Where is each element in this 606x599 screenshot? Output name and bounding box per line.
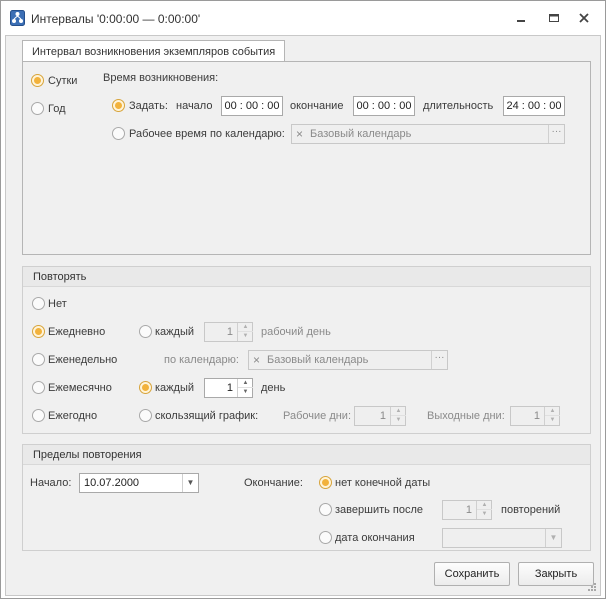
limits-header: Пределы повторения: [23, 445, 590, 465]
day-interval-stepper[interactable]: 1 ▲ ▼: [204, 378, 253, 398]
time-caption: Время возникновения:: [103, 72, 219, 84]
end-time-input[interactable]: 00 : 00 : 00: [353, 96, 415, 116]
spin-up-icon[interactable]: ▲: [238, 323, 253, 332]
window-title: Интервалы '0:00:00 — 0:00:00': [31, 12, 201, 26]
workdays-value: 1: [379, 410, 386, 422]
spin-up-icon[interactable]: ▲: [477, 501, 492, 510]
chevron-down-icon[interactable]: ▼: [545, 529, 561, 547]
day-interval-value: 1: [226, 382, 233, 394]
repetitions-label: повторений: [501, 504, 561, 516]
set-label[interactable]: Задать:: [129, 100, 168, 112]
duration-label: длительность: [423, 100, 494, 112]
work-calendar-select[interactable]: × Базовый календарь ···: [291, 124, 565, 144]
title-bar[interactable]: Интервалы '0:00:00 — 0:00:00': [1, 1, 605, 35]
repetitions-value: 1: [465, 504, 472, 516]
workdays-stepper[interactable]: 1 ▲ ▼: [354, 406, 406, 426]
workday-interval-stepper[interactable]: 1 ▲ ▼: [204, 322, 253, 342]
end-date-label[interactable]: дата окончания: [335, 532, 415, 544]
occurrence-panel: Сутки Год Время возникновения: Задать: н…: [22, 61, 591, 255]
workdays-label: Рабочие дни:: [283, 410, 352, 422]
every-workday-label[interactable]: каждый: [155, 326, 194, 338]
radio-every-day[interactable]: [139, 381, 152, 394]
radio-sliding-schedule[interactable]: [139, 409, 152, 422]
limits-start-label: Начало:: [30, 477, 72, 489]
start-date-value: 10.07.2000: [84, 477, 140, 489]
repetitions-stepper[interactable]: 1 ▲ ▼: [442, 500, 492, 520]
tab-occurrence-interval[interactable]: Интервал возникновения экземпляров событ…: [22, 40, 285, 62]
work-calendar-value: Базовый календарь: [310, 128, 412, 140]
radio-repeat-none[interactable]: [32, 297, 45, 310]
radio-repeat-yearly[interactable]: [32, 409, 45, 422]
end-label: окончание: [290, 100, 344, 112]
radio-finish-after[interactable]: [319, 503, 332, 516]
repeat-yearly-label[interactable]: Ежегодно: [48, 410, 97, 422]
close-button[interactable]: Закрыть: [518, 562, 594, 586]
radio-repeat-weekly[interactable]: [32, 353, 45, 366]
workday-interval-value: 1: [226, 326, 233, 338]
radio-repeat-daily[interactable]: [32, 325, 45, 338]
by-calendar-label: по календарю:: [164, 354, 239, 366]
radio-no-end-date[interactable]: [319, 476, 332, 489]
ellipsis-button[interactable]: ···: [431, 351, 447, 369]
repeat-calendar-value: Базовый календарь: [267, 354, 369, 366]
radio-end-date[interactable]: [319, 531, 332, 544]
no-end-date-label[interactable]: нет конечной даты: [335, 477, 430, 489]
app-network-icon: [10, 10, 25, 26]
weekends-value: 1: [533, 410, 540, 422]
repeat-weekly-label[interactable]: Еженедельно: [48, 354, 117, 366]
repeat-header: Повторять: [23, 267, 590, 287]
spin-up-icon[interactable]: ▲: [545, 407, 560, 416]
finish-after-label[interactable]: завершить после: [335, 504, 423, 516]
duration-input[interactable]: 24 : 00 : 00: [503, 96, 565, 116]
repeat-monthly-label[interactable]: Ежемесячно: [48, 382, 112, 394]
chevron-down-icon[interactable]: ▼: [182, 474, 198, 492]
radio-period-year[interactable]: [31, 102, 44, 115]
spin-up-icon[interactable]: ▲: [238, 379, 253, 388]
maximize-icon[interactable]: [546, 10, 562, 26]
radio-set-time[interactable]: [112, 99, 125, 112]
sliding-schedule-label[interactable]: скользящий график:: [155, 410, 258, 422]
resize-grip-icon[interactable]: [587, 582, 597, 592]
repeat-calendar-select[interactable]: × Базовый календарь ···: [248, 350, 448, 370]
tab-occurrence-label: Интервал возникновения экземпляров событ…: [32, 46, 276, 58]
period-year-label[interactable]: Год: [48, 103, 66, 115]
clear-icon[interactable]: ×: [296, 127, 303, 141]
intervals-dialog: Интервалы '0:00:00 — 0:00:00' Интервал в…: [0, 0, 606, 599]
radio-period-day[interactable]: [31, 74, 44, 87]
end-date-input[interactable]: ▼: [442, 528, 562, 548]
radio-repeat-monthly[interactable]: [32, 381, 45, 394]
spin-down-icon[interactable]: ▼: [391, 416, 406, 425]
spin-up-icon[interactable]: ▲: [391, 407, 406, 416]
repeat-none-label[interactable]: Нет: [48, 298, 67, 310]
dialog-body: Интервал возникновения экземпляров событ…: [5, 35, 601, 596]
save-button[interactable]: Сохранить: [434, 562, 510, 586]
radio-work-time[interactable]: [112, 127, 125, 140]
repeat-daily-label[interactable]: Ежедневно: [48, 326, 105, 338]
minimize-icon[interactable]: [513, 10, 529, 26]
ellipsis-button[interactable]: ···: [548, 125, 564, 143]
spin-down-icon[interactable]: ▼: [545, 416, 560, 425]
limits-end-label: Окончание:: [244, 477, 303, 489]
close-icon[interactable]: [576, 10, 592, 26]
period-day-label[interactable]: Сутки: [48, 75, 77, 87]
day-unit-label: день: [261, 382, 286, 394]
workday-unit-label: рабочий день: [261, 326, 331, 338]
work-time-label[interactable]: Рабочее время по календарю:: [129, 128, 285, 140]
start-label: начало: [176, 100, 213, 112]
spin-down-icon[interactable]: ▼: [477, 510, 492, 519]
spin-down-icon[interactable]: ▼: [238, 388, 253, 397]
spin-down-icon[interactable]: ▼: [238, 332, 253, 341]
weekends-label: Выходные дни:: [427, 410, 505, 422]
clear-icon[interactable]: ×: [253, 353, 260, 367]
radio-every-workday[interactable]: [139, 325, 152, 338]
repeat-group: Повторять Нет Ежедневно каждый 1 ▲ ▼ рабо…: [22, 266, 591, 434]
every-day-label[interactable]: каждый: [155, 382, 194, 394]
weekends-stepper[interactable]: 1 ▲ ▼: [510, 406, 560, 426]
start-time-input[interactable]: 00 : 00 : 00: [221, 96, 283, 116]
start-date-input[interactable]: 10.07.2000 ▼: [79, 473, 199, 493]
repeat-limits-group: Пределы повторения Начало: 10.07.2000 ▼ …: [22, 444, 591, 551]
